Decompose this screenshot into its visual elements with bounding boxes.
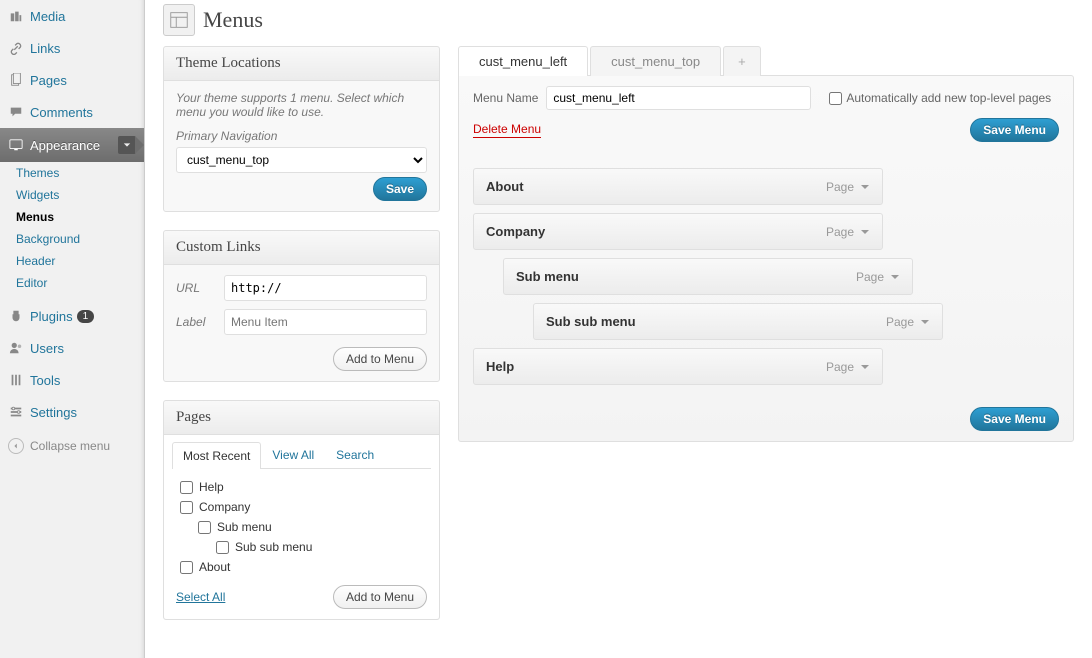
chevron-down-icon: [860, 227, 870, 237]
menu-panel: Menu Name Automatically add new top-leve…: [458, 75, 1074, 442]
plugins-badge: 1: [77, 310, 95, 323]
theme-locations-desc: Your theme supports 1 menu. Select which…: [176, 91, 427, 119]
media-icon: [8, 8, 24, 24]
url-label: URL: [176, 281, 224, 295]
subnav-background[interactable]: Background: [10, 228, 144, 250]
page-check-about[interactable]: About: [180, 557, 427, 577]
chevron-down-icon: [118, 136, 136, 154]
pages-tab-search[interactable]: Search: [325, 441, 385, 468]
theme-locations-save[interactable]: Save: [373, 177, 427, 201]
admin-sidebar: Media Links Pages Comments Appearance Th…: [0, 0, 145, 658]
pages-box-title: Pages: [164, 401, 439, 435]
menu-name-input[interactable]: [546, 86, 811, 110]
primary-nav-label: Primary Navigation: [176, 129, 427, 143]
menus-page-icon: [163, 4, 195, 36]
pages-box: Pages Most Recent View All Search Help C…: [163, 400, 440, 620]
page-check-help[interactable]: Help: [180, 477, 427, 497]
save-menu-top[interactable]: Save Menu: [970, 118, 1059, 142]
theme-locations-box: Theme Locations Your theme supports 1 me…: [163, 46, 440, 212]
tools-icon: [8, 372, 24, 388]
subnav-header[interactable]: Header: [10, 250, 144, 272]
nav-links[interactable]: Links: [0, 32, 144, 64]
menu-tab-add[interactable]: +: [723, 46, 761, 76]
plugins-icon: [8, 308, 24, 324]
chevron-down-icon: [860, 182, 870, 192]
subnav-themes[interactable]: Themes: [10, 162, 144, 184]
page-title: Menus: [203, 7, 263, 33]
subnav-editor[interactable]: Editor: [10, 272, 144, 294]
menu-item-subsubmenu[interactable]: Sub sub menuPage: [533, 303, 943, 340]
menu-item-company[interactable]: CompanyPage: [473, 213, 883, 250]
collapse-icon: [8, 438, 24, 454]
nav-media[interactable]: Media: [0, 0, 144, 32]
subnav-widgets[interactable]: Widgets: [10, 184, 144, 206]
nav-comments[interactable]: Comments: [0, 96, 144, 128]
appearance-icon: [8, 137, 24, 153]
nav-users[interactable]: Users: [0, 332, 144, 364]
url-input[interactable]: [224, 275, 427, 301]
custom-links-add[interactable]: Add to Menu: [333, 347, 427, 371]
nav-tools[interactable]: Tools: [0, 364, 144, 396]
pages-tab-viewall[interactable]: View All: [261, 441, 325, 468]
delete-menu-link[interactable]: Delete Menu: [473, 122, 541, 138]
page-check-subsubmenu[interactable]: Sub sub menu: [180, 537, 427, 557]
primary-nav-select[interactable]: cust_menu_top: [176, 147, 427, 173]
appearance-subnav: Themes Widgets Menus Background Header E…: [0, 162, 144, 300]
pages-icon: [8, 72, 24, 88]
menu-item-help[interactable]: HelpPage: [473, 348, 883, 385]
menu-tab-top[interactable]: cust_menu_top: [590, 46, 721, 76]
pages-add[interactable]: Add to Menu: [333, 585, 427, 609]
nav-plugins[interactable]: Plugins1: [0, 300, 144, 332]
settings-icon: [8, 404, 24, 420]
main-content: Menus Theme Locations Your theme support…: [145, 0, 1092, 658]
auto-add-checkbox[interactable]: Automatically add new top-level pages: [829, 91, 1051, 105]
nav-appearance[interactable]: Appearance: [0, 128, 144, 162]
links-icon: [8, 40, 24, 56]
comments-icon: [8, 104, 24, 120]
nav-pages[interactable]: Pages: [0, 64, 144, 96]
collapse-menu[interactable]: Collapse menu: [0, 428, 144, 464]
chevron-down-icon: [920, 317, 930, 327]
chevron-down-icon: [860, 362, 870, 372]
theme-locations-title: Theme Locations: [164, 47, 439, 81]
page-check-submenu[interactable]: Sub menu: [180, 517, 427, 537]
pages-select-all[interactable]: Select All: [176, 590, 225, 604]
label-input[interactable]: [224, 309, 427, 335]
menu-name-label: Menu Name: [473, 91, 538, 105]
menu-item-about[interactable]: AboutPage: [473, 168, 883, 205]
save-menu-bottom[interactable]: Save Menu: [970, 407, 1059, 431]
menu-tab-left[interactable]: cust_menu_left: [458, 46, 588, 76]
chevron-down-icon: [890, 272, 900, 282]
page-check-company[interactable]: Company: [180, 497, 427, 517]
menu-item-submenu[interactable]: Sub menuPage: [503, 258, 913, 295]
users-icon: [8, 340, 24, 356]
custom-links-box: Custom Links URL Label Add to Menu: [163, 230, 440, 382]
label-label: Label: [176, 315, 224, 329]
custom-links-title: Custom Links: [164, 231, 439, 265]
pages-tab-recent[interactable]: Most Recent: [172, 442, 261, 469]
nav-settings[interactable]: Settings: [0, 396, 144, 428]
subnav-menus[interactable]: Menus: [10, 206, 144, 228]
